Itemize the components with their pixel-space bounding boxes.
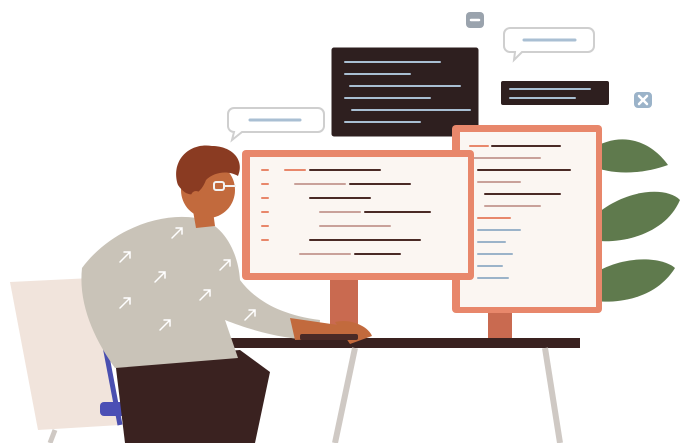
close-badge-icon xyxy=(634,92,652,108)
plant-leaf-middle xyxy=(590,191,680,242)
dark-code-panel-large xyxy=(328,44,482,140)
developer-illustration xyxy=(10,12,680,443)
speech-bubble-right xyxy=(503,27,595,63)
desk-leg-right xyxy=(542,347,563,443)
speech-bubble-left xyxy=(227,107,325,143)
ear xyxy=(191,191,201,201)
chair-leg xyxy=(47,429,58,443)
right-monitor xyxy=(452,125,602,343)
desk-leg-left xyxy=(332,347,358,443)
keyboard xyxy=(300,334,358,340)
dark-code-panel-small xyxy=(499,79,611,107)
minus-badge-icon xyxy=(466,12,484,28)
